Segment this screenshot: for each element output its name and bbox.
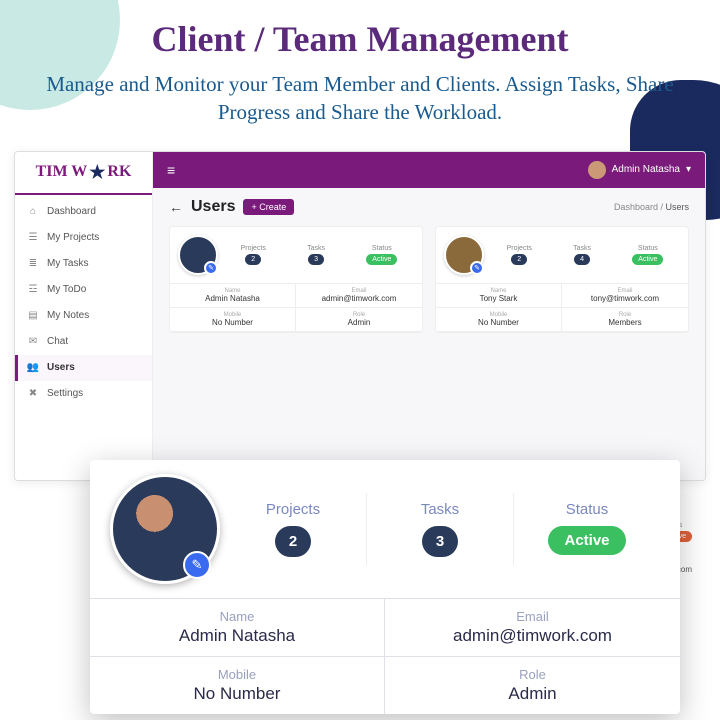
- app-window: TIM W★RK ⌂Dashboard ☰My Projects ≣My Tas…: [14, 151, 706, 481]
- sidebar-item-chat[interactable]: ✉Chat: [15, 329, 152, 355]
- avatar: [588, 161, 606, 179]
- sidebar-item-projects[interactable]: ☰My Projects: [15, 225, 152, 251]
- user-card[interactable]: ✎ Projects2 Tasks3 StatusActive NameAdmi…: [169, 226, 423, 333]
- create-button[interactable]: + Create: [243, 199, 294, 215]
- briefcase-icon: ☰: [27, 232, 39, 244]
- sidebar-nav: ⌂Dashboard ☰My Projects ≣My Tasks ☲My To…: [15, 195, 152, 411]
- avatar: ✎: [178, 235, 218, 275]
- status-badge: Active: [366, 254, 397, 265]
- users-icon: 👥: [27, 362, 39, 374]
- edit-icon[interactable]: ✎: [204, 261, 218, 275]
- avatar: ✎: [110, 474, 220, 584]
- page-header: ← Users + Create Dashboard / Users: [153, 188, 705, 226]
- breadcrumb: Dashboard / Users: [614, 202, 689, 212]
- projects-count: 2: [275, 526, 311, 557]
- sidebar-item-users[interactable]: 👥Users: [15, 355, 152, 381]
- sidebar-item-tasks[interactable]: ≣My Tasks: [15, 251, 152, 277]
- detail-role: Admin: [403, 684, 662, 704]
- sidebar-item-todo[interactable]: ☲My ToDo: [15, 277, 152, 303]
- sidebar-item-notes[interactable]: ▤My Notes: [15, 303, 152, 329]
- settings-icon: ✖: [27, 388, 39, 400]
- sidebar-item-dashboard[interactable]: ⌂Dashboard: [15, 199, 152, 225]
- home-icon: ⌂: [27, 206, 39, 218]
- back-icon[interactable]: ←: [169, 199, 183, 215]
- main-panel: ≡ Admin Natasha ▾ ← Users + Create Dashb…: [153, 152, 705, 480]
- note-icon: ▤: [27, 310, 39, 322]
- page-title: Users: [191, 198, 235, 216]
- sidebar-item-settings[interactable]: ✖Settings: [15, 381, 152, 407]
- user-menu[interactable]: Admin Natasha ▾: [588, 161, 691, 179]
- detail-name: Admin Natasha: [108, 626, 366, 646]
- avatar: ✎: [444, 235, 484, 275]
- sidebar: TIM W★RK ⌂Dashboard ☰My Projects ≣My Tas…: [15, 152, 153, 480]
- breadcrumb-dashboard[interactable]: Dashboard: [614, 202, 658, 212]
- status-badge: Active: [548, 526, 625, 555]
- hero-title: Client / Team Management: [40, 18, 680, 60]
- user-detail-card: ✎ Projects2 Tasks3 StatusActive NameAdmi…: [90, 460, 680, 714]
- user-card[interactable]: ✎ Projects2 Tasks4 StatusActive NameTony…: [435, 226, 689, 333]
- detail-mobile: No Number: [108, 684, 366, 704]
- brand-logo: TIM W★RK: [15, 152, 152, 195]
- chat-icon: ✉: [27, 336, 39, 348]
- hero-subtitle: Manage and Monitor your Team Member and …: [40, 70, 680, 127]
- edit-icon[interactable]: ✎: [183, 551, 211, 579]
- status-badge: Active: [632, 254, 663, 265]
- tasks-icon: ≣: [27, 258, 39, 270]
- detail-email: admin@timwork.com: [403, 626, 662, 646]
- edit-icon[interactable]: ✎: [470, 261, 484, 275]
- star-icon: ★: [89, 162, 105, 183]
- list-icon: ☲: [27, 284, 39, 296]
- chevron-down-icon: ▾: [686, 164, 691, 175]
- topbar: ≡ Admin Natasha ▾: [153, 152, 705, 188]
- menu-icon[interactable]: ≡: [167, 162, 175, 178]
- tasks-count: 3: [422, 526, 458, 557]
